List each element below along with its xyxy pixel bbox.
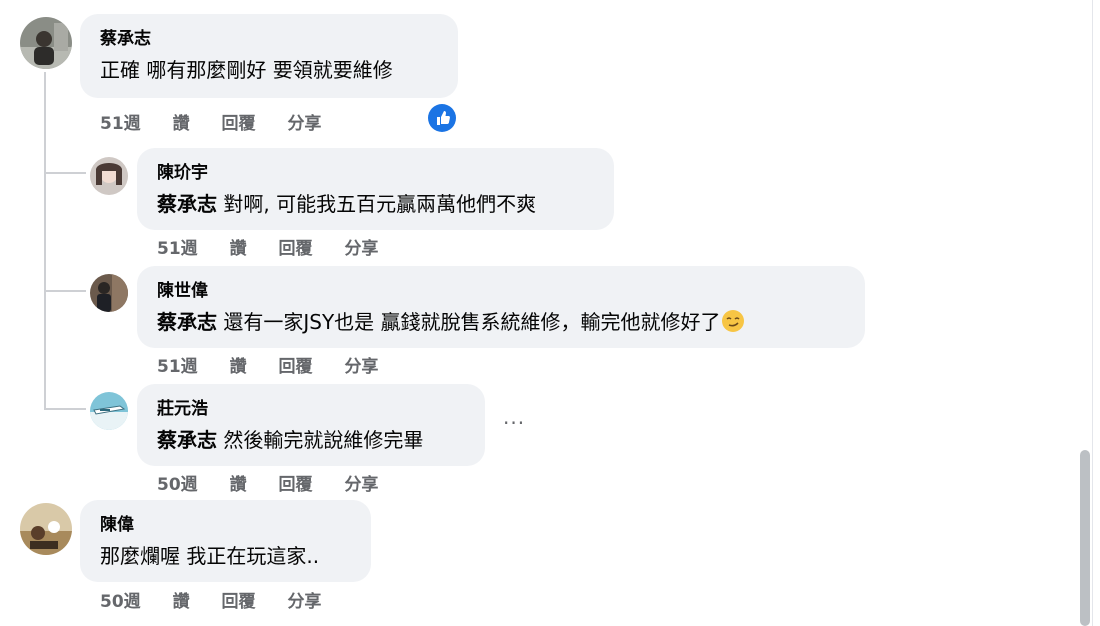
avatar[interactable] <box>90 157 128 195</box>
like-action[interactable]: 讚 <box>230 234 247 259</box>
comment-actions: 51週 讚 回覆 分享 <box>157 352 378 377</box>
comment-text: 蔡承志 然後輸完就說維修完畢 <box>157 424 423 453</box>
comment-text: 正確 哪有那麼剛好 要領就要維修 <box>100 58 393 82</box>
comment-time[interactable]: 51週 <box>157 352 198 377</box>
comment-actions: 51週 讚 回覆 分享 <box>100 109 321 134</box>
mention-link[interactable]: 蔡承志 <box>157 428 217 452</box>
avatar[interactable] <box>90 274 128 312</box>
reply-bubble: 陳世偉 蔡承志 還有一家JSY也是 贏錢就脫售系統維修，輸完他就修好了 <box>137 266 865 348</box>
comment-actions: 50週 讚 回覆 分享 <box>157 470 378 495</box>
comment-body: 對啊, 可能我五百元贏兩萬他們不爽 <box>223 192 537 216</box>
like-action[interactable]: 讚 <box>230 470 247 495</box>
comment-text: 蔡承志 對啊, 可能我五百元贏兩萬他們不爽 <box>157 188 536 217</box>
comment-body: 還有一家JSY也是 贏錢就脫售系統維修，輸完他就修好了 <box>223 310 721 334</box>
comment-bubble: 陳偉 那麼爛喔 我正在玩這家.. <box>80 500 371 582</box>
thread-line-vertical <box>44 72 46 410</box>
thread-line-branch <box>44 408 86 410</box>
thread-line-branch <box>44 290 86 292</box>
comment-author[interactable]: 蔡承志 <box>100 24 151 49</box>
avatar[interactable] <box>20 503 72 555</box>
share-action[interactable]: 分享 <box>344 234 378 259</box>
comment-text: 那麼爛喔 我正在玩這家.. <box>100 544 320 568</box>
comment-author[interactable]: 陳世偉 <box>157 276 208 301</box>
avatar[interactable] <box>90 392 128 430</box>
comment-text: 蔡承志 還有一家JSY也是 贏錢就脫售系統維修，輸完他就修好了 <box>157 306 745 335</box>
reply-action[interactable]: 回覆 <box>279 352 313 377</box>
thumbs-up-icon[interactable] <box>428 104 456 132</box>
reply-action[interactable]: 回覆 <box>279 470 313 495</box>
like-action[interactable]: 讚 <box>230 352 247 377</box>
like-action[interactable]: 讚 <box>173 109 190 134</box>
reply-action[interactable]: 回覆 <box>222 109 256 134</box>
reply-action[interactable]: 回覆 <box>222 587 256 612</box>
avatar[interactable] <box>20 17 72 69</box>
comment-time[interactable]: 51週 <box>157 234 198 259</box>
smirking-face-emoji <box>721 310 744 332</box>
thread-line-branch <box>44 172 86 174</box>
mention-link[interactable]: 蔡承志 <box>157 310 217 334</box>
reply-bubble: 陳玠宇 蔡承志 對啊, 可能我五百元贏兩萬他們不爽 <box>137 148 614 230</box>
panel-border <box>1092 0 1093 626</box>
scrollbar-thumb[interactable] <box>1080 450 1090 626</box>
comment-time[interactable]: 50週 <box>157 470 198 495</box>
comment-author[interactable]: 陳偉 <box>100 510 134 535</box>
comment-body: 然後輸完就說維修完畢 <box>223 428 424 452</box>
share-action[interactable]: 分享 <box>344 352 378 377</box>
comment-time[interactable]: 50週 <box>100 587 141 612</box>
comment-actions: 51週 讚 回覆 分享 <box>157 234 378 259</box>
reply-action[interactable]: 回覆 <box>279 234 313 259</box>
comment-bubble: 蔡承志 正確 哪有那麼剛好 要領就要維修 <box>80 14 458 98</box>
comment-author[interactable]: 莊元浩 <box>157 394 208 419</box>
share-action[interactable]: 分享 <box>287 109 321 134</box>
share-action[interactable]: 分享 <box>344 470 378 495</box>
comment-actions: 50週 讚 回覆 分享 <box>100 587 321 612</box>
reply-bubble: 莊元浩 蔡承志 然後輸完就說維修完畢 <box>137 384 485 466</box>
comment-time[interactable]: 51週 <box>100 109 141 134</box>
more-options-icon[interactable]: ··· <box>503 411 525 435</box>
comment-author[interactable]: 陳玠宇 <box>157 158 208 183</box>
share-action[interactable]: 分享 <box>287 587 321 612</box>
like-action[interactable]: 讚 <box>173 587 190 612</box>
mention-link[interactable]: 蔡承志 <box>157 192 217 216</box>
